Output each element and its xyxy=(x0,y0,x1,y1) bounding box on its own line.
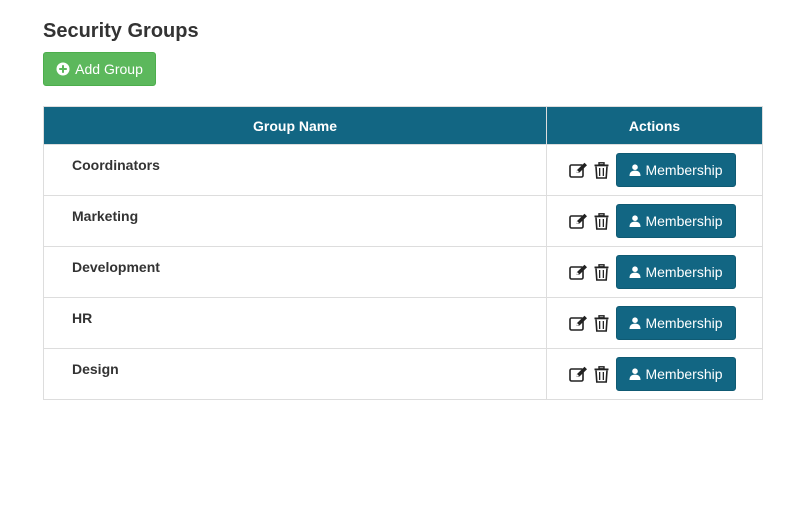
trash-icon[interactable] xyxy=(591,364,611,384)
group-name-cell: HR xyxy=(42,297,548,349)
actions-cell: Membership xyxy=(546,297,763,349)
group-name: Marketing xyxy=(72,208,139,224)
membership-button[interactable]: Membership xyxy=(616,306,736,340)
trash-icon[interactable] xyxy=(591,211,611,231)
group-name-cell: Design xyxy=(42,348,548,400)
actions-cell: Membership xyxy=(546,144,763,196)
membership-button[interactable]: Membership xyxy=(616,357,736,391)
group-name-cell: Coordinators xyxy=(42,144,548,196)
user-icon xyxy=(629,164,641,176)
user-icon xyxy=(629,215,641,227)
membership-button[interactable]: Membership xyxy=(616,153,736,187)
group-name-cell: Development xyxy=(42,246,548,298)
membership-label: Membership xyxy=(645,213,723,229)
table-row: Marketing Membership xyxy=(42,195,763,247)
edit-icon[interactable] xyxy=(568,211,588,231)
edit-icon[interactable] xyxy=(568,262,588,282)
edit-icon[interactable] xyxy=(568,313,588,333)
column-header-group-name: Group Name xyxy=(42,106,548,145)
add-group-label: Add Group xyxy=(75,61,143,77)
table-row: HR Membership xyxy=(42,297,763,349)
group-name: Coordinators xyxy=(72,157,160,173)
table-header-row: Group Name Actions xyxy=(42,106,763,145)
user-icon xyxy=(629,368,641,380)
edit-icon[interactable] xyxy=(568,364,588,384)
plus-circle-icon xyxy=(56,62,70,76)
membership-label: Membership xyxy=(645,366,723,382)
row-actions: Membership xyxy=(547,145,762,195)
table-row: Design Membership xyxy=(42,348,763,400)
edit-icon[interactable] xyxy=(568,160,588,180)
table-row: Development Membership xyxy=(42,246,763,298)
membership-label: Membership xyxy=(645,162,723,178)
row-actions: Membership xyxy=(547,349,762,399)
page-title: Security Groups xyxy=(43,20,199,42)
user-icon xyxy=(629,266,641,278)
actions-cell: Membership xyxy=(546,195,763,247)
membership-label: Membership xyxy=(645,315,723,331)
group-name: HR xyxy=(72,310,93,326)
group-name: Design xyxy=(72,361,119,377)
row-actions: Membership xyxy=(547,247,762,297)
column-header-actions: Actions xyxy=(546,106,763,145)
trash-icon[interactable] xyxy=(591,313,611,333)
table-body: Coordinators Membership Marketing Member… xyxy=(42,144,763,400)
group-name-cell: Marketing xyxy=(42,195,548,247)
membership-button[interactable]: Membership xyxy=(616,204,736,238)
group-name: Development xyxy=(72,259,160,275)
membership-button[interactable]: Membership xyxy=(616,255,736,289)
security-groups-table: Group Name Actions Coordinators Membersh… xyxy=(42,106,763,400)
membership-label: Membership xyxy=(645,264,723,280)
actions-cell: Membership xyxy=(546,348,763,400)
table-row: Coordinators Membership xyxy=(42,144,763,196)
trash-icon[interactable] xyxy=(591,262,611,282)
row-actions: Membership xyxy=(547,298,762,348)
add-group-button[interactable]: Add Group xyxy=(43,52,156,86)
trash-icon[interactable] xyxy=(591,160,611,180)
row-actions: Membership xyxy=(547,196,762,246)
user-icon xyxy=(629,317,641,329)
actions-cell: Membership xyxy=(546,246,763,298)
security-groups-page: Security Groups Add Group Group Name Act… xyxy=(0,0,800,531)
